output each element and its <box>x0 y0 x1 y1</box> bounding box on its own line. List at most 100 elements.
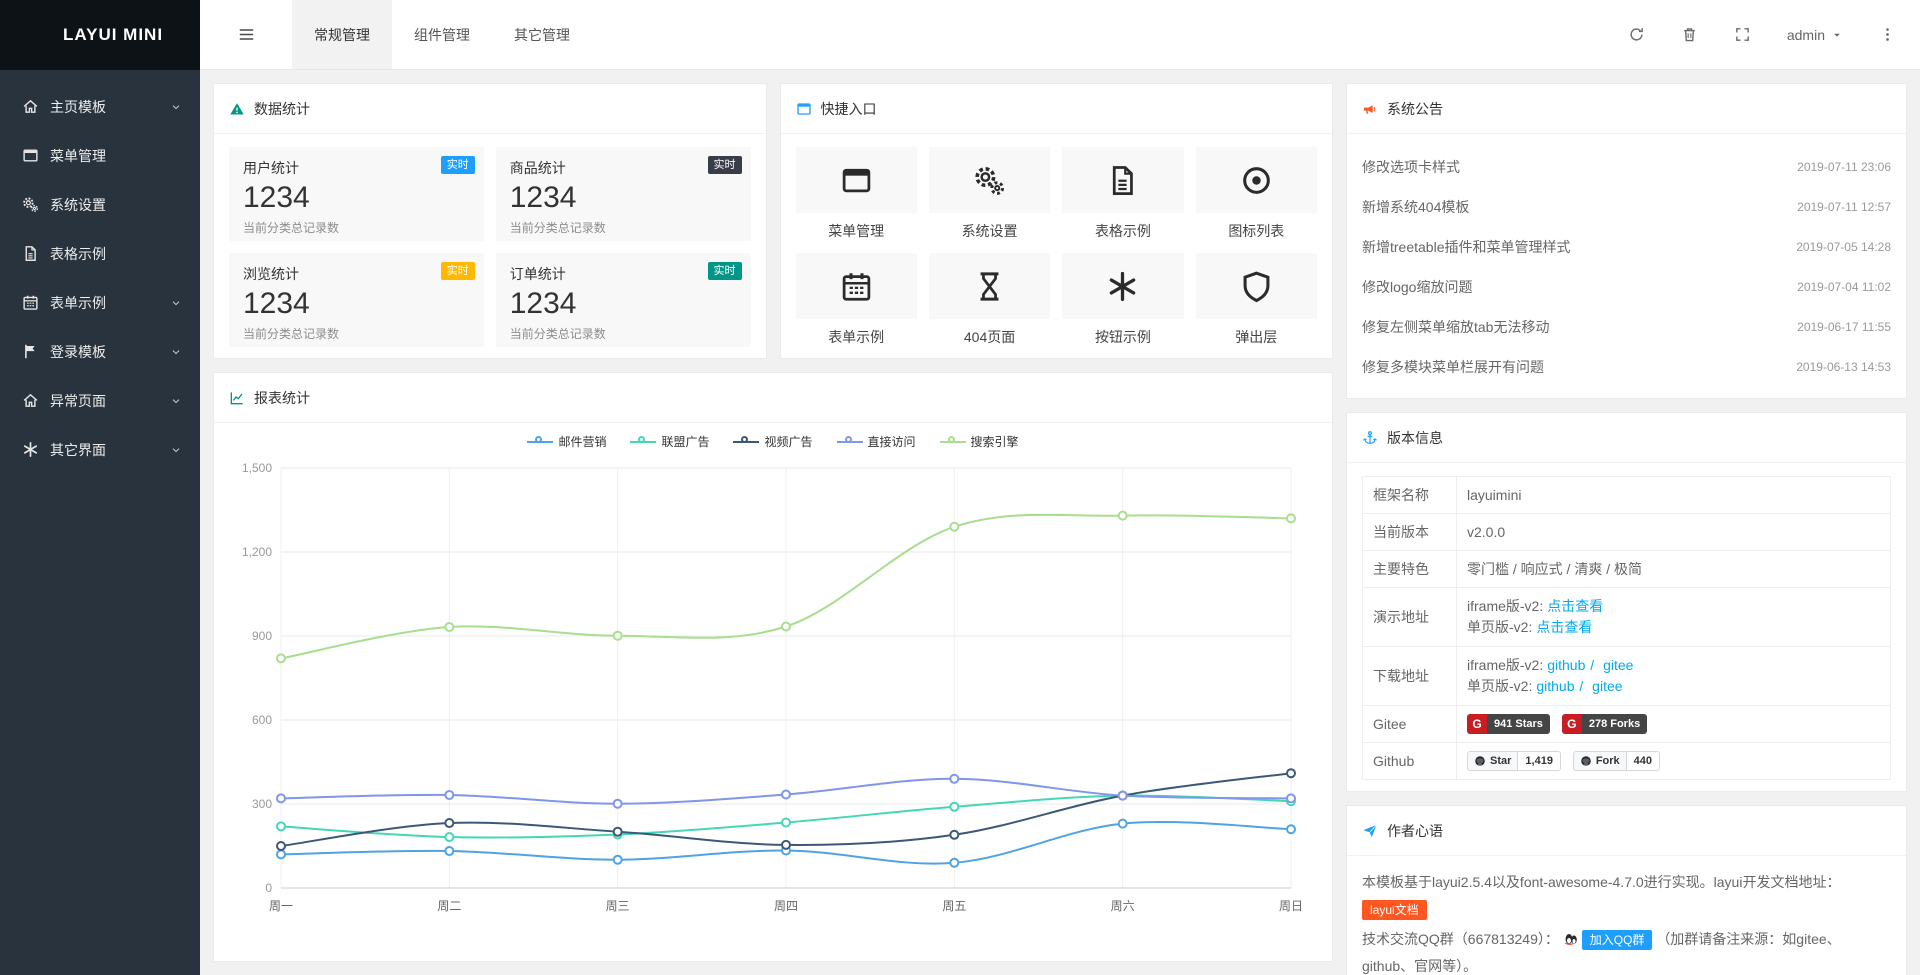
tab-component-management[interactable]: 组件管理 <box>392 0 492 69</box>
layui-docs-badge[interactable]: layui文档 <box>1362 900 1427 920</box>
logo[interactable]: LAYUI MINI <box>0 0 200 70</box>
github-star-badge[interactable]: Star1,419 <box>1467 751 1561 771</box>
more-menu-icon[interactable] <box>1879 26 1896 43</box>
topbar: 常规管理 组件管理 其它管理 admin <box>200 0 1920 70</box>
panel-version-info: 版本信息 框架名称 layuimini 当前版本 v2.0.0 <box>1346 412 1907 792</box>
legend-marker-icon <box>733 436 759 447</box>
flag-icon <box>22 343 39 360</box>
legend-marker-icon <box>630 436 656 447</box>
caret-down-icon <box>1831 29 1843 41</box>
github-fork-badge[interactable]: Fork440 <box>1573 751 1660 771</box>
table-row: 框架名称 layuimini <box>1363 477 1891 514</box>
announcement-item: 修复多模块菜单栏展开有问题 2019-06-13 14:53 <box>1362 347 1891 387</box>
quick-entry-popup-layer[interactable]: 弹出层 <box>1196 253 1317 347</box>
quick-entry-table-example[interactable]: 表格示例 <box>1062 147 1183 241</box>
home-icon <box>22 392 39 409</box>
stat-card-users: 用户统计 实时 1234 当前分类总记录数 <box>229 147 484 241</box>
panel-title: 报表统计 <box>254 388 310 408</box>
sidebar-item-home-templates[interactable]: 主页模板 <box>0 82 200 131</box>
panel-title: 系统公告 <box>1387 99 1443 119</box>
anchor-icon <box>1362 430 1378 446</box>
chart-legend-item[interactable]: 搜索引擎 <box>940 433 1019 450</box>
table-row: Gitee G941 Stars G278 Forks <box>1363 706 1891 743</box>
sidebar-item-table-examples[interactable]: 表格示例 <box>0 229 200 278</box>
github-mark-icon <box>1580 755 1592 767</box>
stat-value: 1234 <box>510 287 737 321</box>
chart-legend-item[interactable]: 视频广告 <box>733 433 812 450</box>
logo-icon <box>15 16 53 54</box>
gitee-logo-icon: G <box>1467 714 1487 734</box>
tab-other-management[interactable]: 其它管理 <box>492 0 592 69</box>
table-row: 下载地址 iframe版-v2:github / gitee 单页版-v2:gi… <box>1363 647 1891 706</box>
stat-value: 1234 <box>243 181 470 215</box>
sidebar-item-label: 其它界面 <box>50 440 106 460</box>
legend-marker-icon <box>837 436 863 447</box>
quick-entry-menu-management[interactable]: 菜单管理 <box>796 147 917 241</box>
fullscreen-icon[interactable] <box>1734 26 1751 43</box>
join-qq-group-badge[interactable]: 加入QQ群 <box>1582 930 1653 950</box>
calendar-icon <box>22 294 39 311</box>
user-dropdown[interactable]: admin <box>1787 27 1843 43</box>
author-paragraph-2: 技术交流QQ群（667813249）： <box>1362 931 1559 947</box>
svg-text:600: 600 <box>252 713 272 727</box>
legend-marker-icon <box>527 436 553 447</box>
download-spa-gitee-link[interactable]: gitee <box>1592 678 1622 694</box>
table-row: 演示地址 iframe版-v2:点击查看 单页版-v2:点击查看 <box>1363 588 1891 647</box>
sidebar-item-other-pages[interactable]: 其它界面 <box>0 425 200 474</box>
sidebar-item-form-examples[interactable]: 表单示例 <box>0 278 200 327</box>
gitee-stars-badge[interactable]: G941 Stars <box>1467 714 1550 734</box>
clear-cache-icon[interactable] <box>1681 26 1698 43</box>
announcement-item: 新增treetable插件和菜单管理样式 2019-07-05 14:28 <box>1362 227 1891 267</box>
shield-icon <box>1240 270 1273 303</box>
window-icon <box>840 164 873 197</box>
download-iframe-github-link[interactable]: github <box>1547 657 1585 673</box>
stat-badge-3: 实时 <box>708 262 742 280</box>
svg-text:周六: 周六 <box>1111 899 1135 913</box>
sidebar-item-login-templates[interactable]: 登录模板 <box>0 327 200 376</box>
panel-title: 快捷入口 <box>821 99 877 119</box>
line-chart-icon <box>229 390 245 406</box>
sidebar-menu: 主页模板 菜单管理 系统设置 表格示例 表单示例 登录 <box>0 70 200 474</box>
home-icon <box>22 98 39 115</box>
svg-text:周三: 周三 <box>606 899 630 913</box>
right-column: 系统公告 修改选项卡样式 2019-07-11 23:06 新增系统404模板 … <box>1346 83 1907 962</box>
svg-text:周日: 周日 <box>1279 899 1303 913</box>
sidebar-toggle-icon[interactable] <box>200 0 292 69</box>
chart-legend-item[interactable]: 邮件营销 <box>527 433 606 450</box>
quick-entry-system-settings[interactable]: 系统设置 <box>929 147 1050 241</box>
download-spa-github-link[interactable]: github <box>1536 678 1574 694</box>
left-column: 数据统计 用户统计 实时 1234 当前分类总记录数 <box>213 83 1333 962</box>
paper-plane-icon <box>1362 823 1378 839</box>
announcement-item: 修改选项卡样式 2019-07-11 23:06 <box>1362 147 1891 187</box>
gitee-forks-badge[interactable]: G278 Forks <box>1562 714 1647 734</box>
quick-entry-button-example[interactable]: 按钮示例 <box>1062 253 1183 347</box>
sidebar-item-label: 表单示例 <box>50 293 106 313</box>
legend-label: 直接访问 <box>868 433 916 450</box>
chevron-down-icon <box>170 444 182 456</box>
sidebar-item-system-settings[interactable]: 系统设置 <box>0 180 200 229</box>
gears-icon <box>973 164 1006 197</box>
window-icon <box>796 101 812 117</box>
module-tabs: 常规管理 组件管理 其它管理 <box>292 0 592 69</box>
bullhorn-icon <box>1362 101 1378 117</box>
stat-value: 1234 <box>510 181 737 215</box>
tab-general-management[interactable]: 常规管理 <box>292 0 392 69</box>
demo-spa-link[interactable]: 点击查看 <box>1536 619 1592 635</box>
sidebar-item-label: 主页模板 <box>50 97 106 117</box>
chart-legend-item[interactable]: 直接访问 <box>837 433 916 450</box>
sidebar-item-error-pages[interactable]: 异常页面 <box>0 376 200 425</box>
username: admin <box>1787 27 1825 43</box>
panel-report-stats: 报表统计 邮件营销联盟广告视频广告直接访问搜索引擎 03006009001,20… <box>213 372 1333 962</box>
chart-legend-item[interactable]: 联盟广告 <box>630 433 709 450</box>
quick-entry-404-page[interactable]: 404页面 <box>929 253 1050 347</box>
download-iframe-gitee-link[interactable]: gitee <box>1603 657 1633 673</box>
legend-marker-icon <box>940 436 966 447</box>
warning-triangle-icon <box>229 101 245 117</box>
demo-iframe-link[interactable]: 点击查看 <box>1547 598 1603 614</box>
file-text-icon <box>1106 164 1139 197</box>
quick-entry-form-example[interactable]: 表单示例 <box>796 253 917 347</box>
chevron-down-icon <box>170 101 182 113</box>
quick-entry-icon-list[interactable]: 图标列表 <box>1196 147 1317 241</box>
sidebar-item-menu-management[interactable]: 菜单管理 <box>0 131 200 180</box>
refresh-icon[interactable] <box>1628 26 1645 43</box>
